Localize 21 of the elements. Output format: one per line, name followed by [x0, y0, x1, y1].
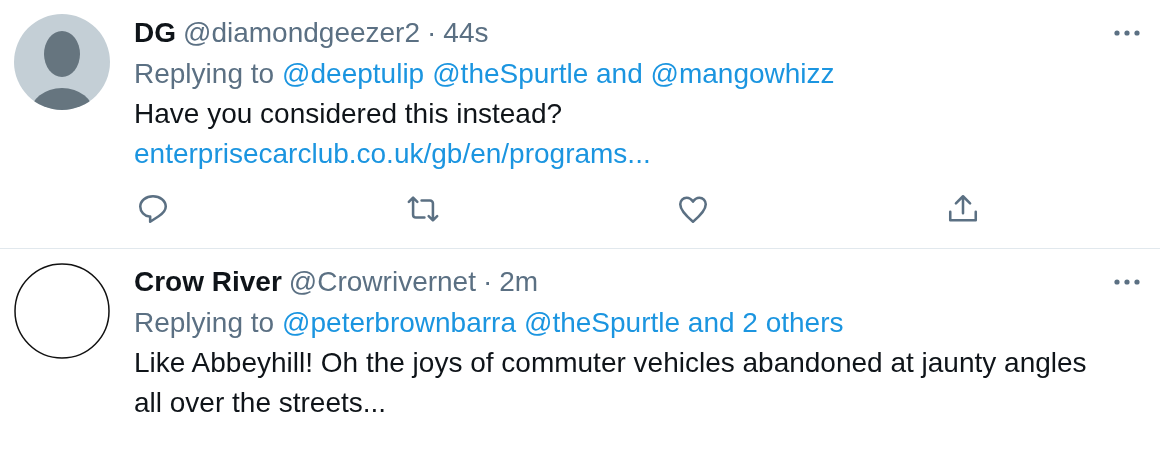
reply-icon[interactable] [136, 192, 170, 226]
url-link[interactable]: enterprisecarclub.co.uk/gb/en/programs... [134, 138, 651, 170]
user-handle[interactable]: @Crowrivernet [288, 266, 476, 298]
mention-link[interactable]: @theSpurtle and @mangowhizz [432, 58, 835, 90]
separator-dot: · [482, 266, 493, 298]
mention-link[interactable]: @peterbrownbarra [282, 307, 516, 339]
replying-label: Replying to [134, 58, 275, 90]
tweet-text: Like Abbeyhill! Oh the joys of commuter vehicles abandoned at jaunty angles all over the streets... [134, 346, 1088, 420]
separator-dot: · [427, 17, 437, 49]
user-name[interactable]: Crow River [134, 266, 282, 298]
user-handle[interactable]: @diamondgeezer2 [183, 17, 420, 49]
avatar-icon[interactable] [14, 263, 110, 359]
more-icon[interactable] [1114, 279, 1140, 285]
user-name[interactable]: DG [134, 17, 176, 49]
timestamp[interactable]: 44s [443, 17, 489, 49]
more-icon[interactable] [1114, 30, 1140, 36]
replying-label: Replying to [134, 307, 275, 339]
timestamp[interactable]: 2m [499, 266, 539, 298]
tweet-text: Have you considered this instead? [134, 97, 564, 131]
mention-link[interactable]: @deeptulip [282, 58, 425, 90]
mention-link[interactable]: @theSpurtle and 2 others [523, 307, 844, 339]
